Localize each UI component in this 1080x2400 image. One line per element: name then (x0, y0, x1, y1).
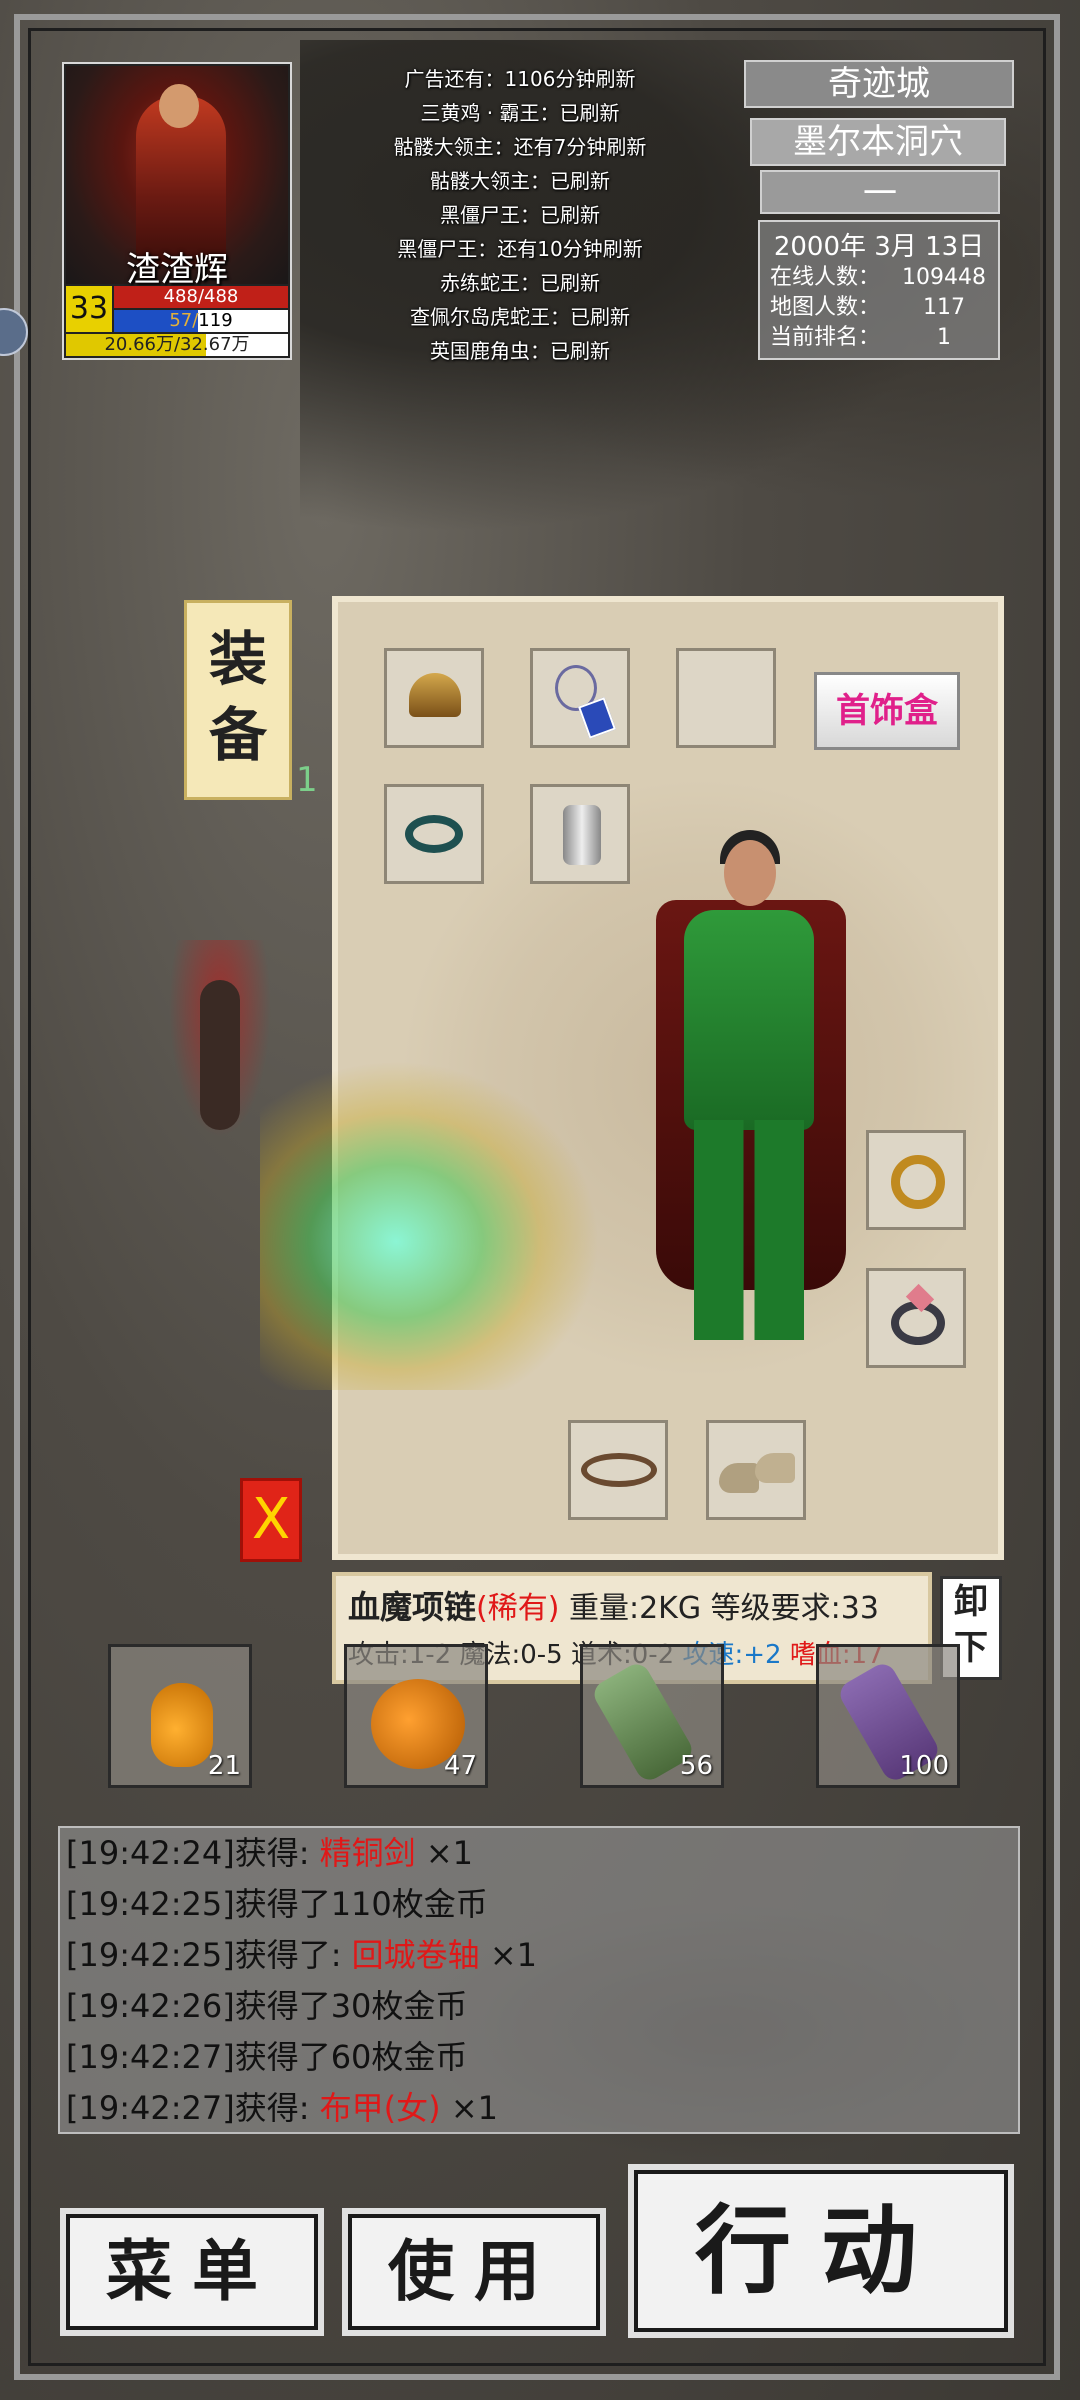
boss-timer: 骷髅大领主：还有7分钟刷新 (393, 135, 647, 159)
hero-head (724, 840, 776, 906)
floor-name[interactable]: 一 (760, 170, 1000, 214)
log-count: ×1 (479, 1936, 538, 1974)
log-text: [19:42:27]获得: (66, 2089, 320, 2127)
small-potion-icon[interactable]: 21 (108, 1644, 252, 1788)
area-name[interactable]: 墨尔本洞穴 (750, 118, 1006, 166)
item-count: 21 (207, 1751, 241, 1781)
necklace-icon[interactable] (530, 648, 630, 748)
hero-legs (694, 1120, 804, 1340)
log-text: [19:42:26]获得了30枚金币 (66, 1987, 468, 2025)
map-info-panel: 2000年 3月 13日 在线人数： 109448 地图人数： 117 当前排名… (758, 220, 1000, 360)
log-item: 回城卷轴 (351, 1936, 480, 1974)
helmet-icon[interactable] (384, 648, 484, 748)
item-rarity: (稀有) (476, 1591, 560, 1626)
scroll-purple-icon[interactable]: 100 (816, 1644, 960, 1788)
boss-timer: 赤练蛇王：已刷新 (440, 271, 600, 295)
boss-timer: 三黄鸡 · 霸王：已刷新 (420, 101, 620, 125)
boss-timer-list: 广告还有：1106分钟刷新 三黄鸡 · 霸王：已刷新 骷髅大领主：还有7分钟刷新… (340, 62, 700, 368)
gem-ring-icon[interactable] (866, 1268, 966, 1368)
bracelet-icon[interactable] (384, 784, 484, 884)
large-potion-icon[interactable]: 47 (344, 1644, 488, 1788)
item-count: 47 (443, 1751, 477, 1781)
hero-model (640, 820, 860, 1360)
log-text: [19:42:27]获得了60枚金币 (66, 2038, 468, 2076)
map-label: 地图人数： (770, 295, 881, 320)
weapon-icon[interactable] (260, 1060, 600, 1390)
item-title-line: 血魔项链(稀有) 重量:2KG 等级要求:33 (348, 1582, 916, 1628)
hero-armor (684, 910, 814, 1130)
log-entry: [19:42:24]获得: 精铜剑 ×1 (66, 1828, 1012, 1879)
log-entry: [19:42:27]获得: 布甲(女) ×1 (66, 2083, 1012, 2134)
log-text: [19:42:25]获得了110枚金币 (66, 1885, 488, 1923)
game-date: 2000年 3月 13日 (773, 232, 985, 262)
map-value: 117 (923, 295, 965, 320)
boss-timer: 骷髅大领主：已刷新 (430, 169, 610, 193)
boss-timer: 广告还有：1106分钟刷新 (404, 67, 636, 91)
log-count: ×1 (415, 1834, 474, 1872)
boss-timer: 黑僵尸王：还有10分钟刷新 (397, 237, 643, 261)
player-level: 33 (66, 286, 112, 332)
player-name: 渣渣辉 (126, 250, 228, 290)
exp-text: 20.66万/32.67万 (104, 334, 250, 355)
online-label: 在线人数： (770, 265, 881, 290)
item-count: 56 (679, 1751, 713, 1781)
log-entry: [19:42:26]获得了30枚金币 (66, 1981, 1012, 2032)
log-count: ×1 (440, 2089, 498, 2127)
item-count: 100 (899, 1751, 949, 1781)
log-item: 精铜剑 (319, 1834, 416, 1872)
item-name: 血魔项链 (348, 1588, 477, 1626)
belt-icon[interactable] (568, 1420, 668, 1520)
map-row: 地图人数： 117 (760, 293, 998, 323)
armband-icon[interactable] (530, 784, 630, 884)
floating-number: 1 (296, 760, 318, 800)
hp-bar: 488/488 (114, 286, 288, 308)
log-text: [19:42:24]获得: (66, 1834, 320, 1872)
item-requirement: 等级要求:33 (710, 1591, 879, 1626)
log-entry: [19:42:27]获得了60枚金币 (66, 2032, 1012, 2083)
city-name[interactable]: 奇迹城 (744, 60, 1014, 108)
log-text: [19:42:25]获得了: (66, 1936, 352, 1974)
player-card[interactable]: 渣渣辉 33 488/488 57/119 20.66万/32.67万 (62, 62, 292, 360)
mp-bar: 57/119 (114, 310, 288, 332)
message-log[interactable]: [19:42:24]获得: 精铜剑 ×1 [19:42:25]获得了110枚金币… (58, 1826, 1020, 2134)
exp-bar: 20.66万/32.67万 (66, 334, 288, 356)
rank-value: 1 (937, 325, 951, 350)
action-button[interactable]: 行动 (634, 2170, 1008, 2332)
use-button[interactable]: 使用 (348, 2214, 600, 2330)
boss-timer: 查佩尔岛虎蛇王：已刷新 (410, 305, 630, 329)
dragon-ring-icon[interactable] (866, 1130, 966, 1230)
player-portrait: 渣渣辉 (66, 66, 288, 290)
log-entry: [19:42:25]获得了: 回城卷轴 ×1 (66, 1930, 1012, 1981)
jewelry-box-button[interactable]: 首饰盒 (814, 672, 960, 750)
boss-timer: 黑僵尸王：已刷新 (440, 203, 600, 227)
mp-text: 57/119 (169, 310, 233, 331)
boss-timer: 英国鹿角虫：已刷新 (430, 339, 610, 363)
equipment-tab[interactable]: 装备 (184, 600, 292, 800)
online-value: 109448 (902, 265, 986, 290)
rank-row: 当前排名： 1 (760, 323, 998, 353)
menu-button[interactable]: 菜单 (66, 2214, 318, 2330)
online-row: 在线人数： 109448 (760, 263, 998, 293)
boots-icon[interactable] (706, 1420, 806, 1520)
scroll-green-icon[interactable]: 56 (580, 1644, 724, 1788)
avatar-head (159, 84, 199, 128)
rank-label: 当前排名： (770, 325, 881, 350)
empty-slot[interactable] (676, 648, 776, 748)
log-item: 布甲(女) (319, 2089, 441, 2127)
item-weight: 重量:2KG (568, 1591, 702, 1626)
close-button[interactable]: X (240, 1478, 302, 1562)
log-entry: [19:42:25]获得了110枚金币 (66, 1879, 1012, 1930)
